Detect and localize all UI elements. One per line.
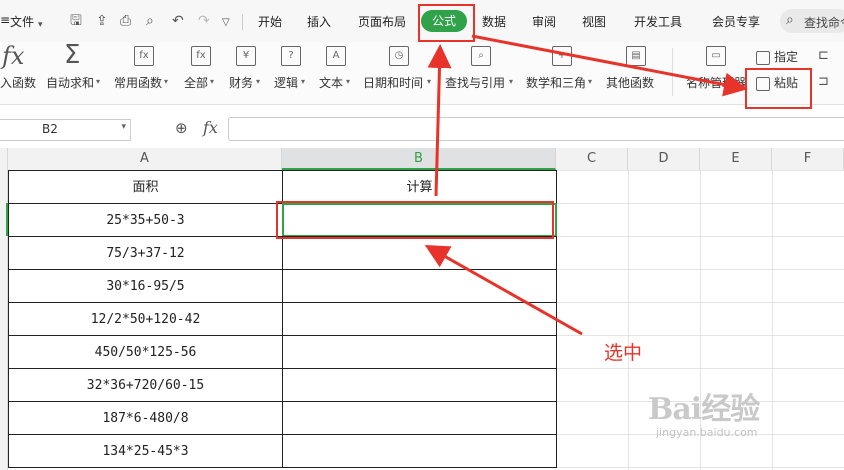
arrow-to-paste [471,34,748,97]
watermark-logo: Bai经验 [648,392,760,427]
watermark-url: jingyan.baidu.com [656,426,758,439]
watermark: Bai经验 jingyan.baidu.com [648,384,760,439]
arrow-to-formula-tab [427,44,452,197]
arrow-to-selected-cell [424,245,583,336]
annotation-note: 选中 [604,342,643,364]
